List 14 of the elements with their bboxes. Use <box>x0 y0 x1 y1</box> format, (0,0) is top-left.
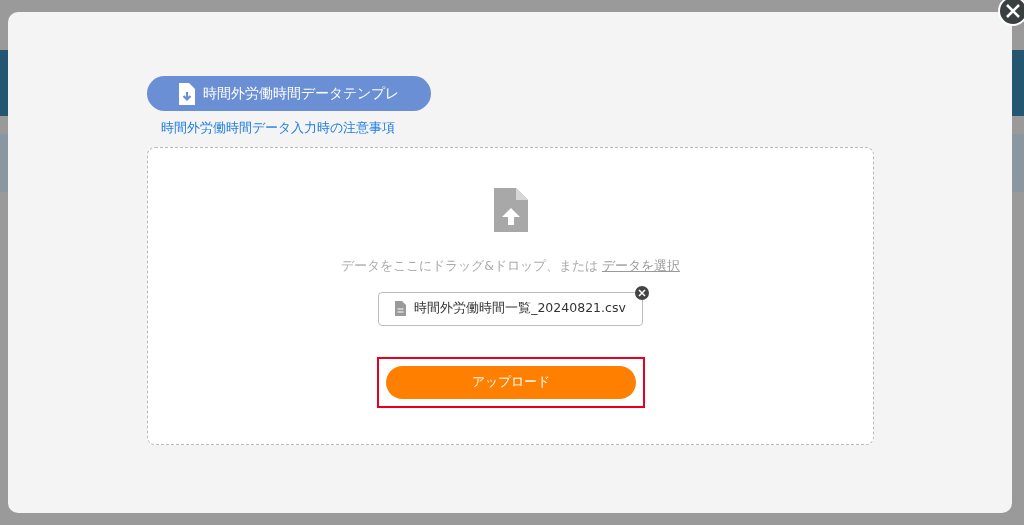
notes-link[interactable]: 時間外労働時間データ入力時の注意事項 <box>161 119 873 138</box>
upload-button[interactable]: アップロード <box>385 365 636 399</box>
close-icon <box>638 288 646 297</box>
file-download-icon <box>179 82 195 105</box>
drop-zone[interactable]: データをここにドラッグ&ドロップ、または データを選択 時間外労働時間一覧_20240821.csv アップロード <box>147 146 874 445</box>
file-name: 時間外労働時間一覧_20240821.csv <box>414 299 626 318</box>
drop-prompt: データをここにドラッグ&ドロップ、または <box>341 256 598 275</box>
close-button[interactable] <box>998 0 1024 26</box>
file-icon <box>395 301 407 316</box>
file-upload-icon <box>493 187 528 232</box>
remove-file-button[interactable] <box>635 285 649 300</box>
close-icon <box>1005 3 1021 19</box>
template-download-button[interactable]: 時間外労働時間データテンプレ <box>147 76 431 111</box>
select-file-link[interactable]: データを選択 <box>601 256 680 276</box>
